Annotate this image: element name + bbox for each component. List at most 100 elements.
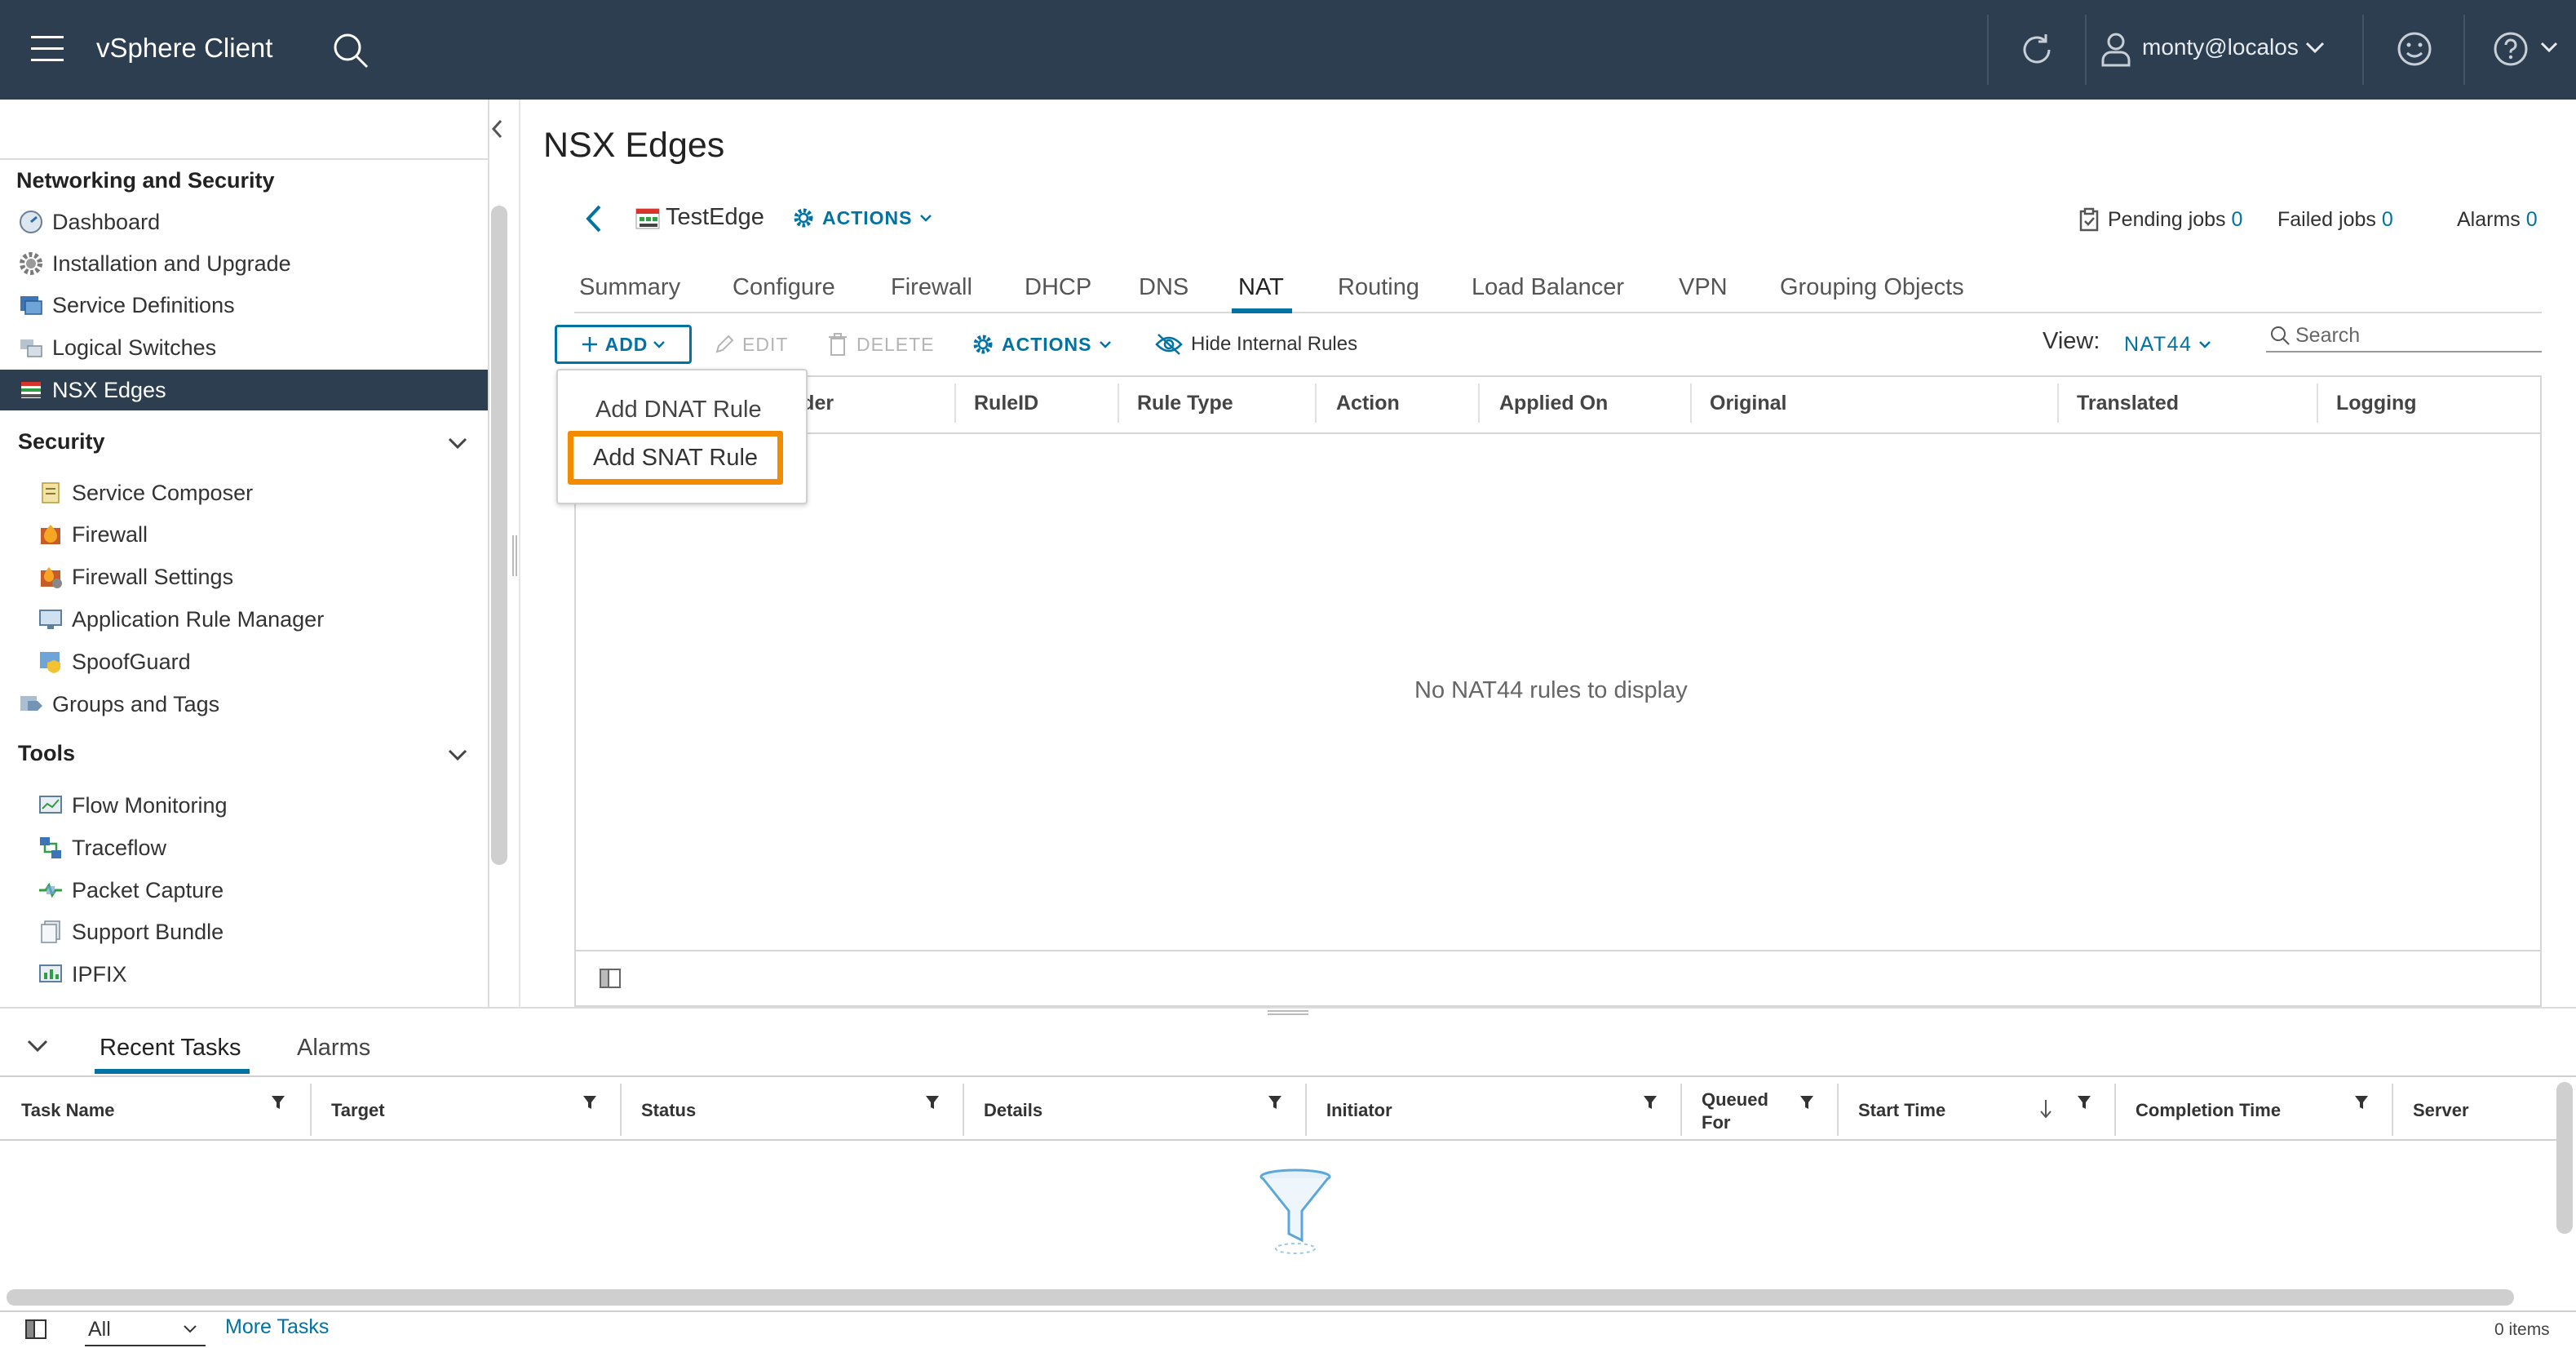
panel-resize-grip[interactable] [1268, 1010, 1308, 1015]
nav-item-groups-and-tags[interactable]: Groups and Tags [0, 684, 488, 725]
add-snat-rule-item[interactable]: Add SNAT Rule [568, 431, 783, 485]
col-completion-time[interactable]: Completion Time [2136, 1100, 2281, 1121]
tasks-column-toggle-icon[interactable] [24, 1319, 47, 1340]
filter-icon[interactable] [1643, 1095, 1658, 1110]
add-button[interactable]: ADD [555, 325, 692, 364]
nav-item-dashboard[interactable]: Dashboard [0, 202, 488, 242]
pending-jobs[interactable]: Pending jobs 0 [2078, 206, 2242, 233]
alarms-count-link[interactable]: Alarms 0 [2457, 206, 2538, 233]
tab-vpn[interactable]: VPN [1679, 274, 1728, 301]
app-title[interactable]: vSphere Client [96, 33, 272, 64]
tab-configure[interactable]: Configure [733, 274, 835, 301]
nav-item-firewall[interactable]: Firewall [0, 514, 488, 555]
nav-item-service-definitions[interactable]: Service Definitions [0, 285, 488, 326]
view-select[interactable]: NAT44 [2124, 331, 2211, 357]
search-field[interactable]: Search [2266, 320, 2542, 353]
top-header: vSphere Client monty@localos [0, 0, 2576, 100]
tasks-filter-value: All [88, 1317, 111, 1341]
filter-icon[interactable] [2077, 1095, 2091, 1110]
nav-item-ipfix[interactable]: IPFIX [0, 954, 488, 995]
col-details[interactable]: Details [984, 1100, 1042, 1121]
collapse-sidebar-button[interactable] [489, 118, 506, 140]
col-action[interactable]: Action [1336, 392, 1400, 415]
filter-icon[interactable] [582, 1095, 597, 1110]
help-icon[interactable] [2491, 29, 2530, 69]
col-rule-type[interactable]: Rule Type [1137, 392, 1233, 415]
security-chevron-icon[interactable] [447, 436, 468, 450]
col-original[interactable]: Original [1710, 392, 1786, 415]
col-applied-on[interactable]: Applied On [1499, 392, 1608, 415]
tab-dns[interactable]: DNS [1139, 274, 1188, 301]
tab-summary[interactable]: Summary [579, 274, 680, 301]
nav-item-firewall-settings[interactable]: Firewall Settings [0, 556, 488, 597]
col-target[interactable]: Target [331, 1100, 385, 1121]
add-dnat-rule-item[interactable]: Add DNAT Rule [595, 397, 762, 423]
tools-chevron-icon[interactable] [447, 747, 468, 762]
feedback-smiley-icon[interactable] [2395, 29, 2434, 69]
search-icon[interactable] [331, 31, 370, 70]
sort-descending-icon[interactable] [2039, 1098, 2052, 1120]
user-menu[interactable]: monty@localos [2142, 34, 2299, 60]
nav-item-traceflow[interactable]: Traceflow [0, 827, 488, 868]
tasks-filter-select[interactable]: All [85, 1314, 206, 1346]
tab-routing[interactable]: Routing [1338, 274, 1419, 301]
nav-item-application-rule-manager[interactable]: Application Rule Manager [0, 599, 488, 640]
col-translated[interactable]: Translated [2077, 392, 2179, 415]
collapse-panel-icon[interactable] [26, 1038, 49, 1054]
spoofguard-icon [38, 649, 64, 675]
nav-item-logical-switches[interactable]: Logical Switches [0, 327, 488, 368]
nav-section-tools[interactable]: Tools [18, 741, 75, 766]
chevron-down-icon[interactable] [2305, 41, 2325, 54]
more-tasks-link[interactable]: More Tasks [225, 1315, 329, 1339]
nav-item-spoofguard[interactable]: SpoofGuard [0, 641, 488, 682]
sidebar-resize-handle[interactable] [512, 535, 517, 576]
menu-icon[interactable] [31, 33, 67, 64]
tab-dhcp[interactable]: DHCP [1025, 274, 1091, 301]
tabs-baseline [574, 312, 2542, 313]
back-icon[interactable] [584, 204, 604, 233]
refresh-icon[interactable] [2016, 29, 2057, 70]
col-initiator[interactable]: Initiator [1326, 1100, 1392, 1121]
nav-section-security[interactable]: Security [18, 429, 105, 455]
nav-item-flow-monitoring[interactable]: Flow Monitoring [0, 785, 488, 826]
sidebar-scrollbar[interactable] [491, 206, 507, 865]
delete-button[interactable]: DELETE [827, 330, 934, 359]
col-status[interactable]: Status [641, 1100, 696, 1121]
nav-item-packet-capture[interactable]: Packet Capture [0, 870, 488, 911]
edge-actions-button[interactable]: ACTIONS [791, 204, 932, 232]
column-toggle-icon[interactable] [599, 968, 622, 989]
col-start-time[interactable]: Start Time [1858, 1100, 1945, 1121]
nav-item-service-composer[interactable]: Service Composer [0, 472, 488, 513]
col-queued-for[interactable]: Queued For [1702, 1089, 1791, 1134]
help-chevron-icon[interactable] [2540, 41, 2558, 54]
filter-icon[interactable] [1799, 1095, 1814, 1110]
filter-icon[interactable] [271, 1095, 285, 1110]
filter-icon[interactable] [1268, 1095, 1282, 1110]
tab-load-balancer[interactable]: Load Balancer [1472, 274, 1624, 301]
alarms-count: 0 [2525, 208, 2538, 231]
tab-nat[interactable]: NAT [1238, 274, 1284, 301]
tasks-horizontal-scrollbar[interactable] [7, 1289, 2514, 1306]
user-icon[interactable] [2100, 31, 2132, 67]
recent-tasks-tab-indicator [95, 1069, 250, 1074]
hide-internal-rules-toggle[interactable]: Hide Internal Rules [1155, 330, 1357, 359]
tasks-vertical-scrollbar[interactable] [2556, 1082, 2573, 1234]
nat-actions-button[interactable]: ACTIONS [971, 330, 1112, 359]
tab-alarms[interactable]: Alarms [297, 1035, 370, 1062]
col-task-name[interactable]: Task Name [21, 1100, 115, 1121]
col-server[interactable]: Server [2413, 1100, 2469, 1121]
failed-jobs[interactable]: Failed jobs 0 [2277, 206, 2393, 233]
nav-item-nsx-edges[interactable]: NSX Edges [0, 370, 488, 410]
edit-button[interactable]: EDIT [713, 330, 788, 359]
nav-label: Service Composer [72, 480, 254, 505]
nav-item-support-bundle[interactable]: Support Bundle [0, 911, 488, 952]
filter-icon[interactable] [2354, 1095, 2369, 1110]
tab-firewall[interactable]: Firewall [891, 274, 972, 301]
col-ruleid[interactable]: RuleID [974, 392, 1038, 415]
filter-icon[interactable] [925, 1095, 940, 1110]
active-tab-indicator [1232, 308, 1292, 313]
tab-grouping-objects[interactable]: Grouping Objects [1780, 274, 1964, 301]
col-logging[interactable]: Logging [2336, 392, 2417, 415]
tab-recent-tasks[interactable]: Recent Tasks [100, 1035, 241, 1062]
nav-item-installation[interactable]: Installation and Upgrade [0, 243, 488, 284]
